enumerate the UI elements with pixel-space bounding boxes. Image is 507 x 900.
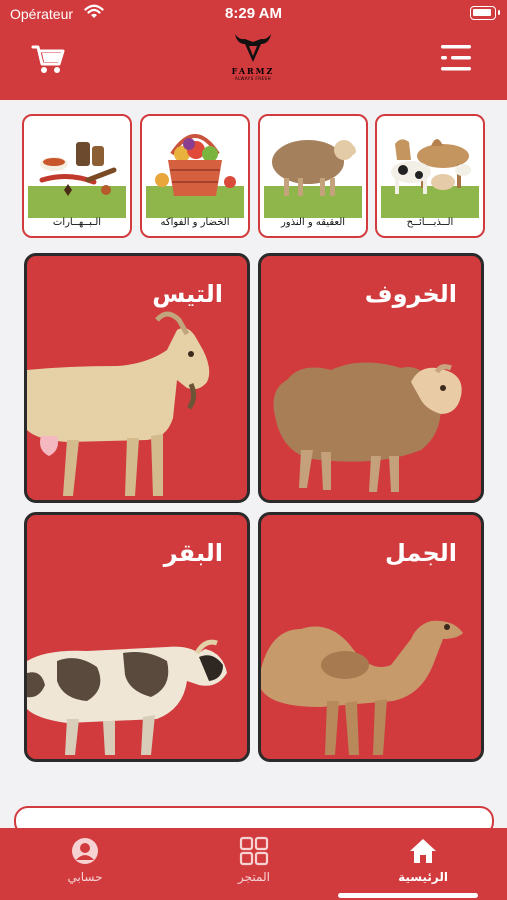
account-icon (72, 838, 98, 864)
brand-tagline: ALWAYS FRESH (234, 76, 272, 81)
category-label: الخضار و الفواكه (160, 217, 230, 228)
bottom-tab-bar: الرئيسية المتجر حسابي (0, 828, 507, 900)
clock: 8:29 AM (225, 5, 282, 22)
menu-icon (441, 45, 471, 71)
sheep-image (264, 140, 362, 218)
camel-illustration (261, 620, 463, 755)
battery-icon (470, 6, 500, 20)
tab-label: المتجر (238, 870, 270, 884)
menu-button[interactable] (438, 42, 478, 78)
livestock-image (381, 139, 479, 218)
category-label: الــذبـــائــح (406, 217, 454, 228)
home-icon (410, 839, 436, 863)
animal-card-cow[interactable]: البقر (24, 512, 250, 762)
animal-card-title: الخروف (364, 280, 457, 308)
category-spices[interactable]: الـبــهــارات (22, 114, 132, 238)
bull-logo-icon (235, 34, 271, 62)
category-label: العقيقه و النذور (280, 217, 346, 228)
brand-logo: FARMZ ALWAYS FRESH (223, 32, 283, 86)
animal-card-goat[interactable]: التيس (24, 253, 250, 503)
animal-card-sheep[interactable]: الخروف (258, 253, 484, 503)
app-header: Opérateur 8:29 AM FARMZ ALWAYS FRESH (0, 0, 507, 100)
cart-icon (31, 45, 65, 73)
home-indicator (338, 893, 478, 898)
grid-icon (239, 836, 269, 866)
tab-label: الرئيسية (398, 870, 448, 884)
produce-basket-image (146, 134, 244, 218)
category-strip: الــذبـــائــح العقيقه و النذور الخضار و… (22, 114, 485, 238)
tab-home[interactable]: الرئيسية (363, 828, 483, 900)
animal-card-title: الجمل (384, 539, 457, 567)
category-produce[interactable]: الخضار و الفواكه (140, 114, 250, 238)
cart-button[interactable] (30, 42, 70, 78)
category-slaughter[interactable]: الــذبـــائــح (375, 114, 485, 238)
spices-image (28, 142, 126, 218)
animal-card-title: البقر (163, 539, 223, 567)
brand-name: FARMZ (231, 66, 275, 76)
category-aqiqah[interactable]: العقيقه و النذور (258, 114, 368, 238)
tab-label: حسابي (67, 870, 103, 884)
animal-card-title: التيس (152, 280, 223, 308)
cow-illustration (27, 639, 227, 755)
goat-illustration (27, 311, 210, 496)
status-bar: Opérateur 8:29 AM (0, 0, 507, 30)
sheep-illustration (273, 362, 462, 492)
tab-store[interactable]: المتجر (194, 828, 314, 900)
animal-card-camel[interactable]: الجمل (258, 512, 484, 762)
category-label: الـبــهــارات (52, 217, 102, 228)
tab-account[interactable]: حسابي (25, 828, 145, 900)
